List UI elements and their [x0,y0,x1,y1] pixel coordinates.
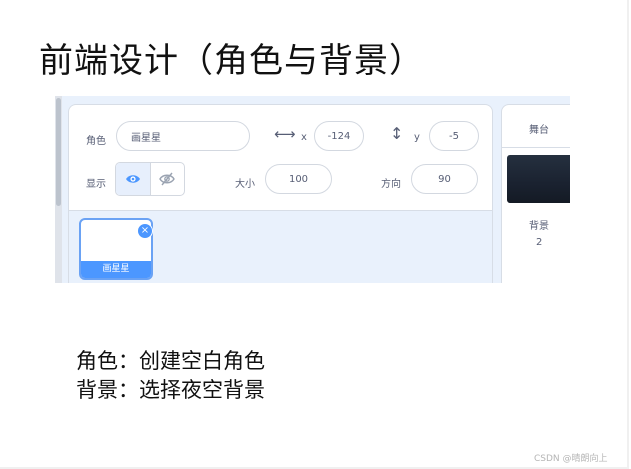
size-input[interactable]: 100 [265,164,332,194]
divider [68,210,492,211]
size-value: 100 [288,173,309,185]
stage-header: 舞台 [502,105,570,148]
delete-sprite-button[interactable]: × [137,223,153,239]
scrollbar-thumb[interactable] [56,98,61,206]
direction-value: 90 [438,173,451,185]
show-button[interactable] [116,163,151,195]
size-label: 大小 [235,179,255,190]
horizontal-arrows-icon: ⟷ [274,125,296,143]
y-input[interactable]: -5 [429,121,479,151]
sprite-name-label: 角色 [86,136,106,147]
y-label: y [414,132,420,143]
x-input[interactable]: -124 [314,121,364,151]
slide-title: 前端设计（角色与背景） [39,41,424,81]
stage-backdrop-thumbnail[interactable] [507,155,570,203]
description-line-sprite: 角色：创建空白角色 [76,349,265,373]
sprite-name-value: 画星星 [131,132,161,144]
stage-header-label: 舞台 [529,125,549,136]
description-line-backdrop: 背景：选择夜空背景 [76,378,265,402]
scratch-editor-screenshot: 角色 画星星 ⟷ x -124 ↕ y -5 显示 大小 100 方向 90 画… [55,96,570,283]
eye-slash-icon [159,172,176,186]
watermark: CSDN @晴朗向上 [534,454,608,464]
hide-button[interactable] [151,163,185,195]
show-label: 显示 [86,179,106,190]
sprite-name-input[interactable]: 画星星 [116,121,250,151]
direction-input[interactable]: 90 [411,164,478,194]
visibility-toggle [115,162,185,196]
backdrops-count: 2 [536,237,543,248]
y-value: -5 [449,130,459,142]
backdrops-label: 背景 [529,221,549,232]
eye-icon [125,175,140,183]
x-value: -124 [327,130,351,142]
stage-panel[interactable]: 舞台 背景 2 [501,104,570,283]
vertical-arrows-icon: ↕ [390,124,404,143]
x-label: x [301,132,307,143]
sprite-info-panel: 角色 画星星 ⟷ x -124 ↕ y -5 显示 大小 100 方向 90 [68,104,493,211]
sprite-tile-name: 画星星 [81,261,151,278]
scrollbar[interactable] [55,96,62,283]
direction-label: 方向 [381,179,401,190]
